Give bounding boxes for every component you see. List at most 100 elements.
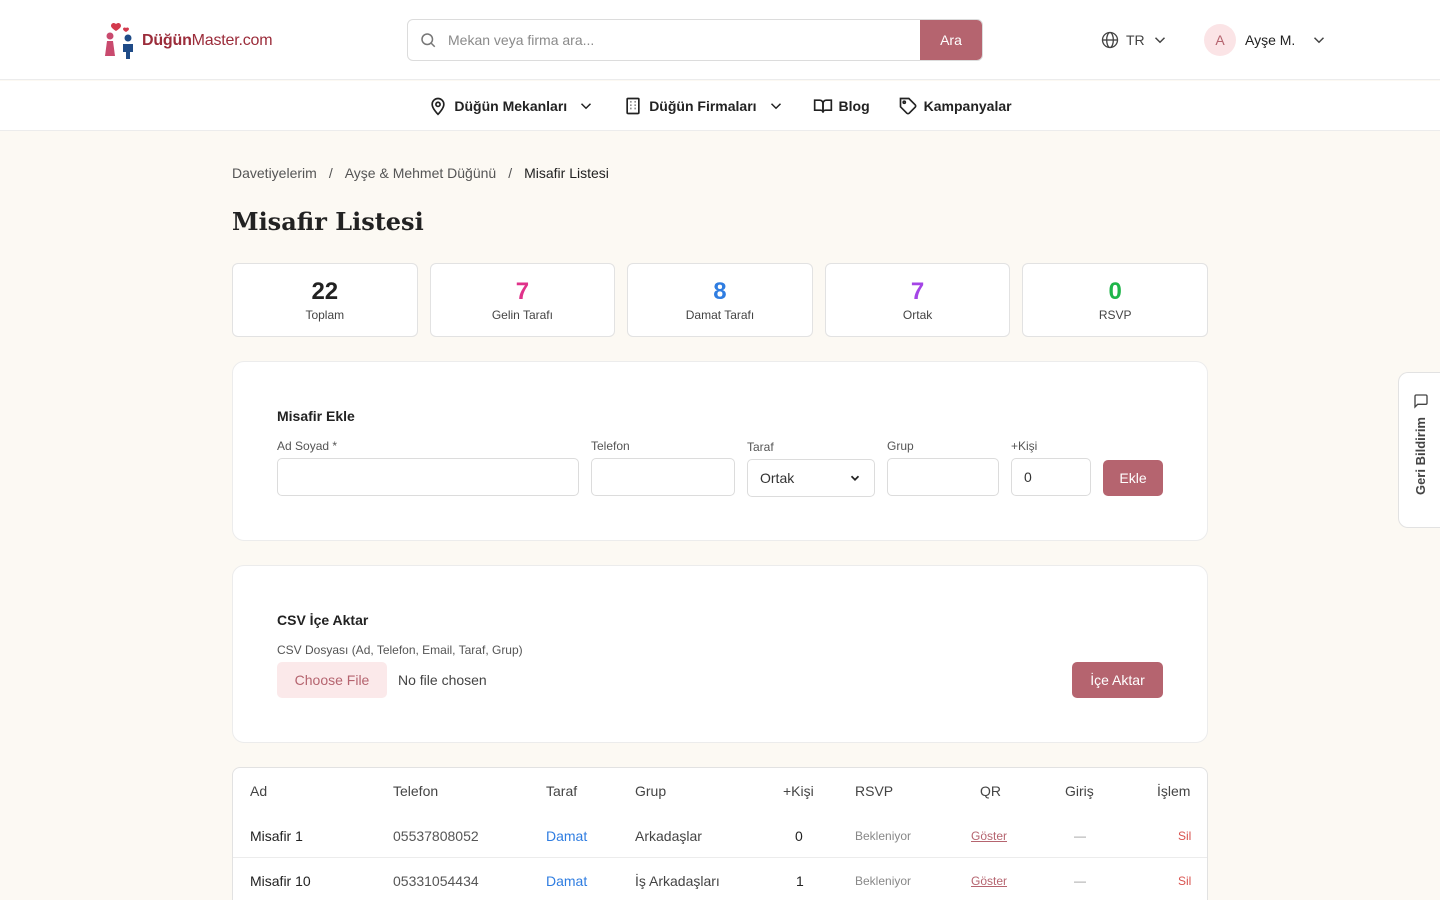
nav-venues[interactable]: Düğün Mekanları (428, 96, 595, 116)
csv-title: CSV İçe Aktar (277, 612, 369, 628)
stat-value: 7 (515, 278, 530, 305)
breadcrumb-invitations[interactable]: Davetiyelerim (232, 165, 317, 181)
plus-guest-input[interactable]: 0 (1011, 458, 1091, 496)
logo-wordmark: DüğünMaster.com (142, 32, 273, 50)
col-group[interactable]: Grup (635, 768, 666, 813)
guest-name: Misafir 1 (250, 827, 303, 844)
couple-logo-icon (105, 22, 133, 59)
stat-value: 0 (1108, 278, 1122, 305)
stat-label: Gelin Tarafı (491, 308, 553, 322)
search-input[interactable] (448, 20, 920, 60)
col-name[interactable]: Ad (250, 768, 267, 813)
chevron-down-icon (1314, 37, 1325, 44)
guest-checkin: — (1074, 828, 1086, 843)
add-guest-button[interactable]: Ekle (1103, 460, 1163, 496)
side-label: Taraf (747, 440, 774, 454)
guest-group: İş Arkadaşları (635, 872, 720, 889)
logo-rest: Master.com (191, 32, 273, 49)
guest-rsvp-status: Bekleniyor (855, 873, 912, 888)
table-header: Ad Telefon Taraf Grup +Kişi RSVP QR Giri… (233, 768, 1207, 813)
table-row: Misafir 1 05537808052 Damat Arkadaşlar 0… (233, 813, 1207, 858)
message-icon (1413, 394, 1428, 409)
top-header: DüğünMaster.com Ara TR A Ayşe M. (0, 0, 1440, 80)
nav-blog[interactable]: Blog (813, 96, 870, 116)
phone-input[interactable] (591, 458, 735, 496)
avatar: A (1204, 24, 1236, 56)
stat-value: 22 (311, 278, 339, 305)
nav-campaigns[interactable]: Kampanyalar (898, 96, 1012, 116)
add-guest-title: Misafir Ekle (277, 408, 355, 424)
group-label: Grup (887, 439, 914, 453)
name-label: Ad Soyad * (277, 439, 338, 453)
delete-guest-link[interactable]: Sil (1178, 813, 1191, 858)
col-plus[interactable]: +Kişi (783, 768, 814, 813)
guest-side: Damat (546, 827, 588, 844)
main-nav: Düğün Mekanları Düğün Firmaları Blog Kam… (0, 81, 1440, 131)
stat-label: Toplam (305, 308, 345, 322)
col-action: İşlem (1157, 782, 1191, 799)
stat-bride-side: 7 Gelin Tarafı (429, 263, 616, 337)
stat-label: RSVP (1098, 308, 1132, 322)
stat-rsvp: 0 RSVP (1022, 263, 1208, 337)
site-logo[interactable]: DüğünMaster.com (102, 22, 273, 60)
group-input[interactable] (887, 458, 999, 496)
side-select-value: Ortak (760, 470, 795, 486)
book-icon (813, 98, 832, 113)
building-icon (626, 97, 640, 114)
col-rsvp[interactable]: RSVP (855, 768, 893, 813)
feedback-tab[interactable]: Geri Bildirim (1398, 372, 1440, 528)
guest-rsvp-status: Bekleniyor (855, 828, 912, 843)
guest-name: Misafir 10 (250, 872, 311, 889)
table-row: Misafir 10 05331054434 Damat İş Arkadaşl… (233, 857, 1207, 900)
feedback-label: Geri Bildirim (1413, 417, 1428, 496)
col-qr: QR (980, 782, 1001, 799)
import-button[interactable]: İçe Aktar (1072, 662, 1163, 698)
chevron-down-icon (1154, 37, 1165, 44)
name-input[interactable] (277, 458, 579, 496)
user-menu[interactable]: A Ayşe M. (1204, 24, 1328, 56)
breadcrumb-current: Misafir Listesi (524, 165, 609, 181)
csv-import-panel: CSV İçe Aktar CSV Dosyası (Ad, Telefon, … (232, 565, 1208, 743)
guest-table: Ad Telefon Taraf Grup +Kişi RSVP QR Giri… (232, 767, 1208, 900)
breadcrumb-separator: / (508, 165, 513, 181)
nav-vendors-label: Düğün Firmaları (649, 97, 757, 114)
plus-guest-label: +Kişi (1011, 439, 1038, 453)
stat-label: Ortak (902, 308, 933, 322)
choose-file-button[interactable]: Choose File (277, 662, 387, 698)
qr-show-link[interactable]: Göster (971, 858, 1007, 900)
chevron-down-icon (581, 102, 592, 109)
search-icon (408, 20, 448, 60)
qr-show-link[interactable]: Göster (971, 813, 1007, 858)
breadcrumb-separator: / (328, 165, 333, 181)
stat-label: Damat Tarafı (685, 308, 755, 322)
plus-guest-value: 0 (1024, 469, 1032, 485)
side-select[interactable]: Ortak (747, 459, 875, 497)
search-bar: Ara (407, 19, 983, 61)
col-checkin: Giriş (1065, 782, 1094, 799)
stats-row: 22 Toplam 7 Gelin Tarafı 8 Damat Tarafı … (232, 263, 1208, 337)
guest-checkin: — (1074, 873, 1086, 888)
nav-vendors[interactable]: Düğün Firmaları (623, 96, 784, 116)
no-file-text: No file chosen (398, 672, 487, 688)
add-guest-panel: Misafir Ekle Ad Soyad * Telefon Taraf Or… (232, 361, 1208, 541)
col-phone[interactable]: Telefon (393, 768, 438, 813)
language-selector[interactable]: TR (1100, 30, 1169, 50)
phone-label: Telefon (591, 439, 630, 453)
globe-icon (1101, 31, 1119, 49)
page-title: Misafir Listesi (232, 207, 424, 236)
col-side[interactable]: Taraf (546, 768, 577, 813)
language-code: TR (1126, 32, 1145, 48)
user-name: Ayşe M. (1245, 32, 1296, 48)
csv-file-label: CSV Dosyası (Ad, Telefon, Email, Taraf, … (277, 643, 523, 657)
search-button[interactable]: Ara (920, 20, 982, 60)
breadcrumb: Davetiyelerim / Ayşe & Mehmet Düğünü / M… (232, 165, 609, 181)
nav-venues-label: Düğün Mekanları (454, 97, 568, 114)
guest-plus: 1 (796, 872, 804, 889)
stat-value: 8 (713, 278, 727, 305)
stat-groom-side: 8 Damat Tarafı (627, 263, 813, 337)
guest-side: Damat (546, 872, 588, 889)
guest-phone: 05331054434 (393, 872, 479, 889)
guest-group: Arkadaşlar (635, 827, 702, 844)
delete-guest-link[interactable]: Sil (1178, 858, 1191, 900)
breadcrumb-wedding[interactable]: Ayşe & Mehmet Düğünü (345, 165, 497, 181)
